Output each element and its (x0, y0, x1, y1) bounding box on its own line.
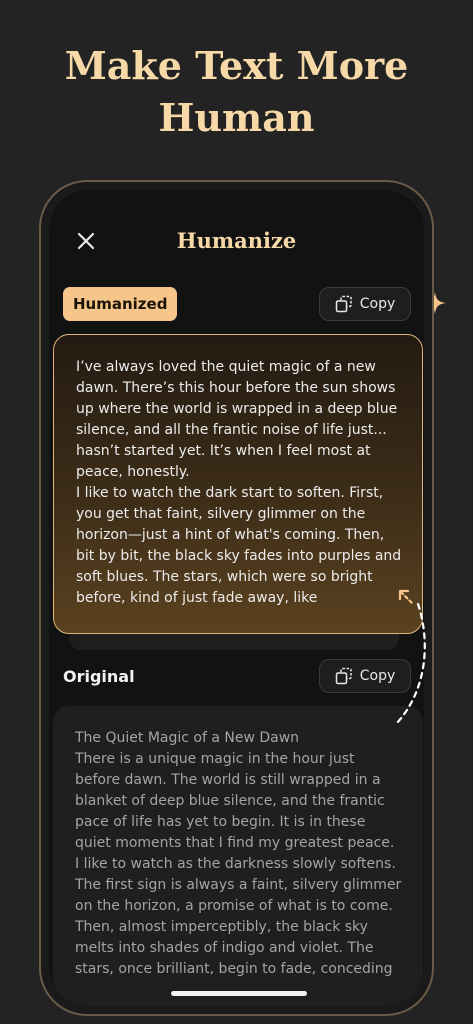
screen-title: Humanize (176, 228, 297, 253)
dashed-arrow-curve (394, 602, 426, 726)
humanized-badge: Humanized (63, 287, 178, 321)
phone-frame: Humanize Humanized Copy I’ve always love… (39, 180, 434, 1016)
copy-humanized-button[interactable]: Copy (319, 287, 411, 321)
phone-screen: Humanize Humanized Copy I’ve always love… (49, 190, 424, 1006)
original-paragraph: I like to watch as the darkness slowly s… (75, 856, 402, 977)
home-indicator (171, 991, 307, 996)
humanized-paragraph: I like to watch the dark start to soften… (76, 485, 402, 606)
humanized-paragraph: I’ve always loved the quiet magic of a n… (76, 359, 398, 480)
promo-headline: Make Text More Human (0, 40, 473, 144)
copy-humanized-label: Copy (359, 296, 396, 312)
original-label: Original (63, 667, 135, 686)
humanized-text-card[interactable]: I’ve always loved the quiet magic of a n… (53, 334, 423, 634)
original-text-card[interactable]: The Quiet Magic of a New Dawn There is a… (53, 706, 423, 1006)
original-title: The Quiet Magic of a New Dawn (75, 730, 300, 746)
copy-icon (335, 295, 352, 313)
copy-icon (335, 667, 352, 685)
promo-headline-line-2: Human (158, 95, 315, 140)
original-paragraph: There is a unique magic in the hour just… (75, 751, 395, 851)
promo-headline-line-1: Make Text More (64, 43, 409, 88)
